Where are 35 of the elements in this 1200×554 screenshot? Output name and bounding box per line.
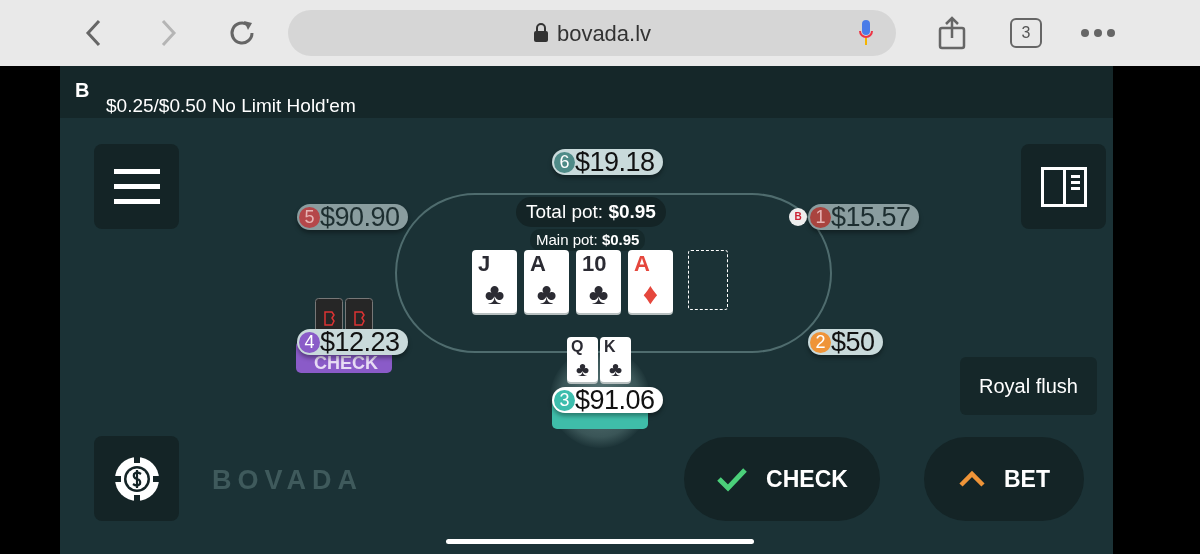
playing-card: K ♣ xyxy=(600,337,631,382)
more-icon[interactable] xyxy=(1080,28,1116,38)
tab-count[interactable]: 3 xyxy=(1010,18,1042,48)
total-pot: Total pot: $0.95 xyxy=(516,197,666,227)
seat-stack: 5 $90.90 xyxy=(297,204,408,230)
seat-stack: 4 $12.23 xyxy=(297,329,408,355)
share-icon[interactable] xyxy=(938,16,966,50)
microphone-icon[interactable] xyxy=(858,19,874,47)
check-icon xyxy=(716,466,749,492)
action-button[interactable]: BET xyxy=(924,437,1084,521)
playing-card: Q ♣ xyxy=(567,337,598,382)
seat-stack: 3 $91.06 xyxy=(552,387,663,413)
empty-card-slot xyxy=(688,250,728,310)
main-pot: Main pot: $0.95 xyxy=(530,229,646,251)
logo: B xyxy=(75,80,90,100)
playing-card: A ♦ xyxy=(628,250,673,313)
table-title: $0.25/$0.50 No Limit Hold'em xyxy=(106,96,356,115)
hand-strength: Royal flush xyxy=(960,357,1097,415)
seat-stack: 1 $15.57 xyxy=(808,204,919,230)
menu-button[interactable] xyxy=(94,144,179,229)
playing-card: A ♣ xyxy=(524,250,569,313)
caret-up-icon xyxy=(958,470,986,488)
seat-stack: 2 $50 xyxy=(808,329,883,355)
lock-icon xyxy=(532,23,549,43)
address-bar[interactable]: bovada.lv xyxy=(288,10,896,56)
cashier-button[interactable] xyxy=(94,436,179,521)
url-text: bovada.lv xyxy=(556,19,652,48)
menu-icon xyxy=(113,167,160,206)
playing-card: J ♣ xyxy=(472,250,517,313)
seat-stack: 6 $19.18 xyxy=(552,149,663,175)
layout-button[interactable] xyxy=(1021,144,1106,229)
playing-card: 10 ♣ xyxy=(576,250,621,313)
chip-icon xyxy=(113,455,160,502)
panel-icon xyxy=(1040,166,1087,207)
action-button[interactable]: CHECK xyxy=(684,437,880,521)
